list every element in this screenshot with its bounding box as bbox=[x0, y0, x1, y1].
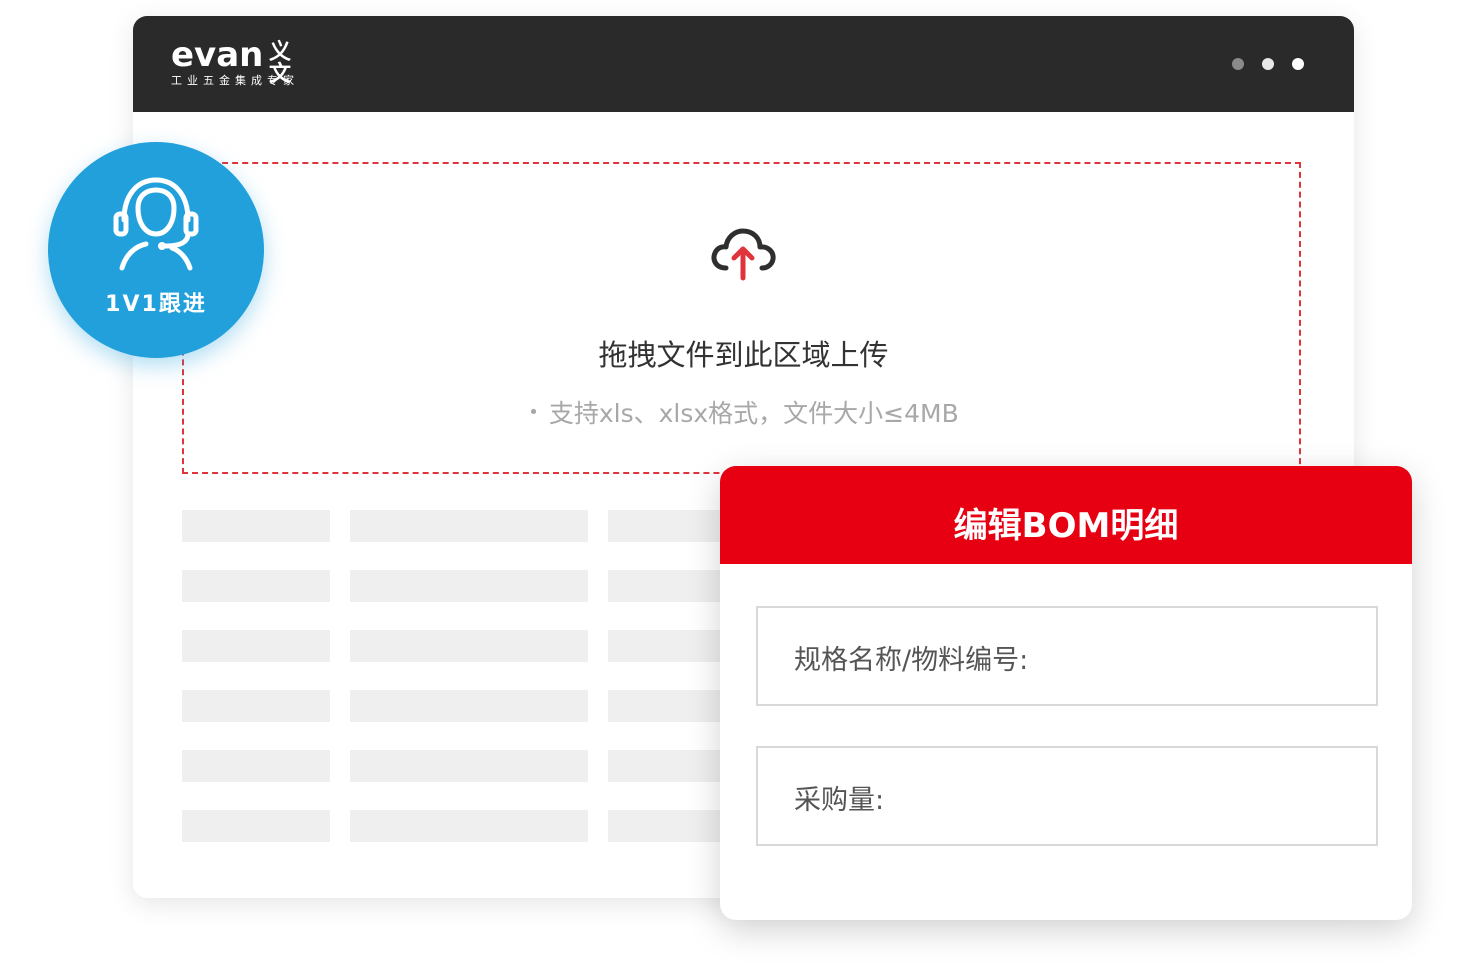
skeleton-cell bbox=[182, 510, 330, 542]
support-badge[interactable]: 1V1跟进 bbox=[48, 142, 264, 358]
modal-header: 编辑BOM明细 bbox=[720, 466, 1412, 564]
hint-bullet: • bbox=[528, 402, 539, 423]
skeleton-cell bbox=[350, 510, 588, 542]
upload-hint-text: 支持xls、xlsx格式，文件大小≤4MB bbox=[548, 399, 959, 428]
title-bar: evan 义文 工业五金集成专家 bbox=[133, 16, 1354, 112]
skeleton-cell bbox=[350, 690, 588, 722]
purchase-quantity-label: 采购量: bbox=[794, 785, 885, 816]
stage: evan 义文 工业五金集成专家 拖拽文件到此区域上传 • 支持xls、xlsx格… bbox=[0, 0, 1460, 976]
brand-logo: evan 义文 工业五金集成专家 bbox=[171, 38, 299, 87]
window-controls bbox=[1232, 58, 1304, 70]
customer-service-headset-icon bbox=[113, 177, 199, 271]
spec-name-label: 规格名称/物料编号: bbox=[794, 645, 1029, 676]
badge-label: 1V1跟进 bbox=[105, 292, 207, 317]
purchase-quantity-field[interactable]: 采购量: bbox=[756, 746, 1378, 846]
skeleton-cell bbox=[182, 810, 330, 842]
upload-title: 拖拽文件到此区域上传 bbox=[598, 338, 889, 372]
skeleton-cell bbox=[350, 630, 588, 662]
skeleton-cell bbox=[350, 750, 588, 782]
skeleton-cell bbox=[182, 750, 330, 782]
cloud-upload-icon bbox=[711, 228, 776, 281]
window-dot[interactable] bbox=[1232, 58, 1244, 70]
skeleton-cell bbox=[182, 570, 330, 602]
spec-name-field[interactable]: 规格名称/物料编号: bbox=[756, 606, 1378, 706]
bom-edit-modal: 编辑BOM明细 规格名称/物料编号: 采购量: bbox=[720, 466, 1412, 920]
modal-title: 编辑BOM明细 bbox=[953, 506, 1179, 546]
upload-hint: • 支持xls、xlsx格式，文件大小≤4MB bbox=[133, 394, 1354, 430]
skeleton-cell bbox=[350, 570, 588, 602]
skeleton-cell bbox=[350, 810, 588, 842]
skeleton-cell bbox=[182, 630, 330, 662]
skeleton-cell bbox=[182, 690, 330, 722]
window-dot[interactable] bbox=[1292, 58, 1304, 70]
window-dot[interactable] bbox=[1262, 58, 1274, 70]
logo-chinese-name: 义文 bbox=[269, 40, 292, 87]
